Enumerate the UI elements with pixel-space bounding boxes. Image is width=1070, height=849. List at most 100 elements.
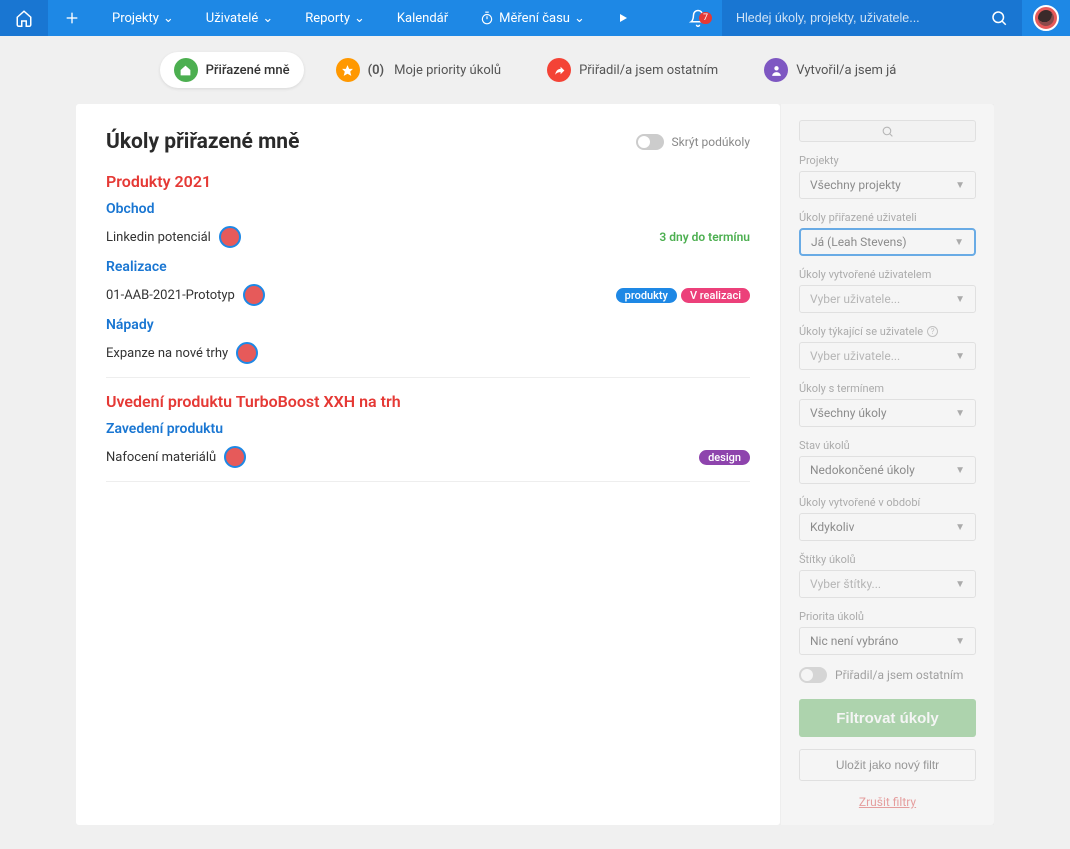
nav-right: 7 (674, 0, 1070, 36)
tab-label: Vytvořil/a jsem já (796, 63, 896, 78)
save-filter-button[interactable]: Uložit jako nový filtr (799, 749, 976, 781)
chevron-down-icon: ⌄ (163, 11, 174, 26)
section-link[interactable]: Obchod (106, 201, 750, 217)
nav-label: Reporty (305, 11, 350, 26)
filter-label: Úkoly vytvořené uživatelem (799, 268, 976, 281)
top-nav: Projekty⌄ Uživatelé⌄ Reporty ⌄ Kalendář M… (0, 0, 1070, 36)
project-link[interactable]: Uvedení produktu TurboBoost XXH na trh (106, 392, 750, 411)
nav-item-users[interactable]: Uživatelé⌄ (190, 0, 289, 36)
chevron-down-icon: ⌄ (262, 11, 273, 26)
home-button[interactable] (0, 0, 48, 36)
task-name: Nafocení materiálů (106, 450, 216, 465)
project-link[interactable]: Produkty 2021 (106, 172, 750, 191)
tag[interactable]: produkty (616, 288, 677, 303)
tag[interactable]: design (699, 450, 750, 465)
create-button[interactable] (48, 0, 96, 36)
filter-search-button[interactable] (799, 120, 976, 142)
chevron-down-icon: ▼ (955, 522, 965, 533)
search-icon[interactable] (990, 9, 1008, 27)
filter-label: Štítky úkolů (799, 553, 976, 566)
chevron-down-icon: ▼ (955, 636, 965, 647)
priority-select[interactable]: Nic není vybráno ▼ (799, 627, 976, 655)
select-value: Vyber uživatele... (810, 349, 900, 363)
search-area (722, 0, 1022, 36)
notification-badge: 7 (699, 12, 712, 24)
nav-item-reports[interactable]: Reporty ⌄ (289, 0, 381, 36)
projects-select[interactable]: Všechny projekty ▼ (799, 171, 976, 199)
created-period-select[interactable]: Kdykoliv▼ (799, 513, 976, 541)
star-icon (336, 58, 360, 82)
person-icon (764, 58, 788, 82)
section-link[interactable]: Zavedení produktu (106, 421, 750, 437)
page-body: Úkoly přiřazené mně Skrýt podúkoly Produ… (0, 104, 1070, 849)
tags-select[interactable]: Vyber štítky... ▼ (799, 570, 976, 598)
nav-item-calendar[interactable]: Kalendář (381, 0, 464, 36)
play-icon (617, 12, 629, 24)
plus-icon (64, 10, 80, 26)
filter-label: Priorita úkolů (799, 610, 976, 623)
tab-label: Moje priority úkolů (394, 63, 501, 78)
task-name: Linkedin potenciál (106, 230, 211, 245)
tab-count: (0) (368, 63, 385, 78)
assignee-avatar (236, 342, 258, 364)
tab-assigned-to-others[interactable]: Přiřadil/a jsem ostatním (533, 52, 732, 88)
task-tags: design (699, 450, 750, 465)
filter-label: Úkoly týkající se uživatele? (799, 325, 976, 338)
created-by-select[interactable]: Vyber uživatele...▼ (799, 285, 976, 313)
task-name: Expanze na nové trhy (106, 346, 228, 361)
nav-item-projects[interactable]: Projekty⌄ (96, 0, 190, 36)
task-view-tabs: Přiřazené mně (0) Moje priority úkolů Př… (0, 36, 1070, 104)
deadline-select[interactable]: Všechny úkoly▼ (799, 399, 976, 427)
select-value: Všechny projekty (810, 178, 901, 192)
tab-label: Přiřadil/a jsem ostatním (579, 63, 718, 78)
status-select[interactable]: Nedokončené úkoly▼ (799, 456, 976, 484)
project-block: Uvedení produktu TurboBoost XXH na trh Z… (106, 392, 750, 482)
section-link[interactable]: Nápady (106, 317, 750, 333)
tab-created-by-me[interactable]: Vytvořil/a jsem já (750, 52, 910, 88)
task-name: 01-AAB-2021-Prototyp (106, 288, 235, 303)
search-input[interactable] (736, 11, 990, 25)
task-row[interactable]: 01-AAB-2021-Prototyp produkty V realizac… (106, 281, 750, 309)
apply-filter-button[interactable]: Filtrovat úkoly (799, 699, 976, 737)
select-value: Všechny úkoly (810, 406, 887, 420)
select-value: Já (Leah Stevens) (811, 235, 907, 249)
assigned-user-select[interactable]: Já (Leah Stevens) ▼ (799, 228, 976, 256)
task-row[interactable]: Expanze na nové trhy (106, 339, 750, 367)
task-tags: produkty V realizaci (616, 288, 750, 303)
select-value: Vyber uživatele... (810, 292, 900, 306)
chevron-down-icon: ▼ (955, 579, 965, 590)
chevron-down-icon: ⌄ (354, 11, 365, 26)
task-row[interactable]: Nafocení materiálů design (106, 443, 750, 471)
filter-label: Úkoly s termínem (799, 382, 976, 395)
info-icon[interactable]: ? (927, 326, 938, 337)
project-block: Produkty 2021 Obchod Linkedin potenciál … (106, 172, 750, 378)
nav-label: Kalendář (397, 11, 448, 26)
section-link[interactable]: Realizace (106, 259, 750, 275)
chevron-down-icon: ▼ (954, 237, 964, 248)
chevron-down-icon: ⌄ (574, 11, 585, 26)
filter-label: Úkoly vytvořené v období (799, 496, 976, 509)
tab-label: Přiřazené mně (206, 63, 290, 78)
notifications-button[interactable]: 7 (674, 9, 722, 27)
chevron-down-icon: ▼ (955, 180, 965, 191)
home-icon (174, 58, 198, 82)
hide-subtasks-toggle[interactable] (636, 134, 664, 150)
tab-assigned-to-me[interactable]: Přiřazené mně (160, 52, 304, 88)
chevron-down-icon: ▼ (955, 465, 965, 476)
clear-filters-link[interactable]: Zrušit filtry (799, 795, 976, 809)
tag[interactable]: V realizaci (681, 288, 750, 303)
card-header: Úkoly přiřazené mně Skrýt podúkoly (106, 130, 750, 154)
select-value: Vyber štítky... (810, 577, 881, 591)
select-value: Nic není vybráno (810, 634, 898, 648)
toggle-label: Skrýt podúkoly (672, 135, 750, 149)
assignee-avatar (219, 226, 241, 248)
assignee-avatar (224, 446, 246, 468)
user-menu[interactable] (1022, 5, 1070, 31)
nav-item-play[interactable] (601, 0, 645, 36)
related-user-select[interactable]: Vyber uživatele... ▼ (799, 342, 976, 370)
task-row[interactable]: Linkedin potenciál 3 dny do termínu (106, 223, 750, 251)
tab-my-priorities[interactable]: (0) Moje priority úkolů (322, 52, 515, 88)
chevron-down-icon: ▼ (955, 351, 965, 362)
assigned-others-toggle[interactable] (799, 667, 827, 683)
nav-item-timetracking[interactable]: Měření času⌄ (464, 0, 601, 36)
